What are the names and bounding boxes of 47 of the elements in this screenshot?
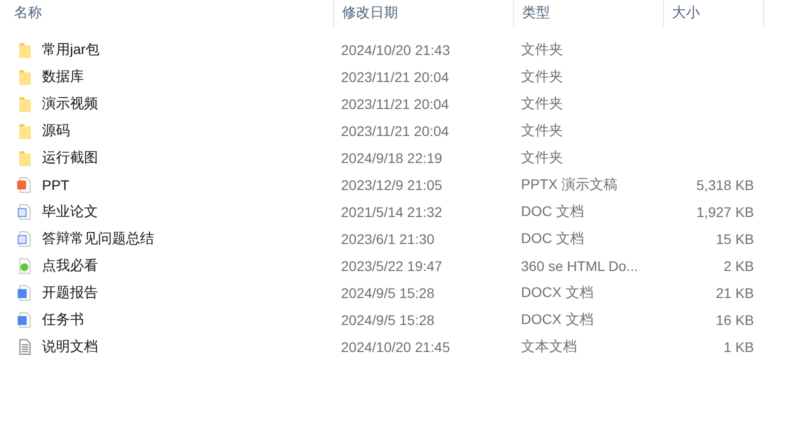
file-size: 1,927 KB bbox=[696, 204, 754, 220]
modified-date: 2023/5/22 19:47 bbox=[340, 258, 444, 274]
modified-date: 2023/11/21 20:04 bbox=[340, 68, 450, 84]
file-name[interactable]: 毕业论文 bbox=[42, 202, 98, 220]
file-type: DOCX 文档 bbox=[520, 284, 594, 302]
modified-date: 2024/10/20 21:43 bbox=[340, 42, 451, 58]
modified-date: 2021/5/14 21:32 bbox=[340, 204, 444, 220]
column-header[interactable]: 大小 bbox=[664, 0, 764, 27]
file-name[interactable]: 点我必看 bbox=[42, 256, 98, 274]
file-size: 2 KB bbox=[724, 258, 754, 274]
file-name[interactable]: 演示视频 bbox=[42, 94, 98, 112]
modified-date: 2024/9/5 15:28 bbox=[340, 312, 436, 328]
file-type: 文本文档 bbox=[520, 338, 578, 356]
file-name[interactable]: 常用jar包 bbox=[42, 40, 100, 58]
file-type: DOCX 文档 bbox=[520, 310, 594, 328]
file-name[interactable]: 数据库 bbox=[42, 68, 84, 86]
file-name[interactable]: 运行截图 bbox=[42, 148, 98, 166]
file-name[interactable]: 开题报告 bbox=[42, 284, 98, 302]
file-name[interactable]: 说明文档 bbox=[42, 338, 98, 356]
modified-date: 2024/10/20 21:45 bbox=[340, 338, 451, 354]
modified-date: 2023/11/21 20:04 bbox=[340, 96, 450, 112]
file-size: 1 KB bbox=[724, 338, 754, 354]
file-type: 文件夹 bbox=[520, 40, 564, 58]
file-type: DOC 文档 bbox=[520, 202, 585, 220]
file-name[interactable]: 答辩常见问题总结 bbox=[42, 230, 154, 248]
file-type: DOC 文档 bbox=[520, 230, 585, 248]
modified-date: 2023/11/21 20:04 bbox=[340, 122, 450, 138]
column-header[interactable]: 修改日期 bbox=[334, 0, 514, 27]
file-size: 16 KB bbox=[716, 312, 754, 328]
column-header[interactable]: 类型 bbox=[514, 0, 664, 27]
file-type: 文件夹 bbox=[520, 94, 564, 112]
modified-date: 2024/9/5 15:28 bbox=[340, 284, 436, 300]
file-type: 文件夹 bbox=[520, 148, 564, 166]
modified-date: 2023/6/1 21:30 bbox=[340, 230, 436, 246]
file-name[interactable]: 任务书 bbox=[42, 310, 84, 328]
file-name[interactable]: PPT bbox=[42, 176, 70, 192]
modified-date: 2024/9/18 22:19 bbox=[340, 150, 444, 166]
file-type: PPTX 演示文稿 bbox=[520, 176, 618, 194]
file-size: 15 KB bbox=[716, 230, 754, 246]
file-size: 5,318 KB bbox=[696, 176, 754, 192]
file-type: 文件夹 bbox=[520, 122, 564, 140]
modified-date: 2023/12/9 21:05 bbox=[340, 176, 444, 192]
file-size: 21 KB bbox=[716, 284, 754, 300]
file-type: 360 se HTML Do... bbox=[520, 258, 639, 274]
file-name[interactable]: 源码 bbox=[42, 122, 70, 140]
file-type: 文件夹 bbox=[520, 68, 564, 86]
column-header[interactable]: 名称 bbox=[0, 0, 334, 27]
